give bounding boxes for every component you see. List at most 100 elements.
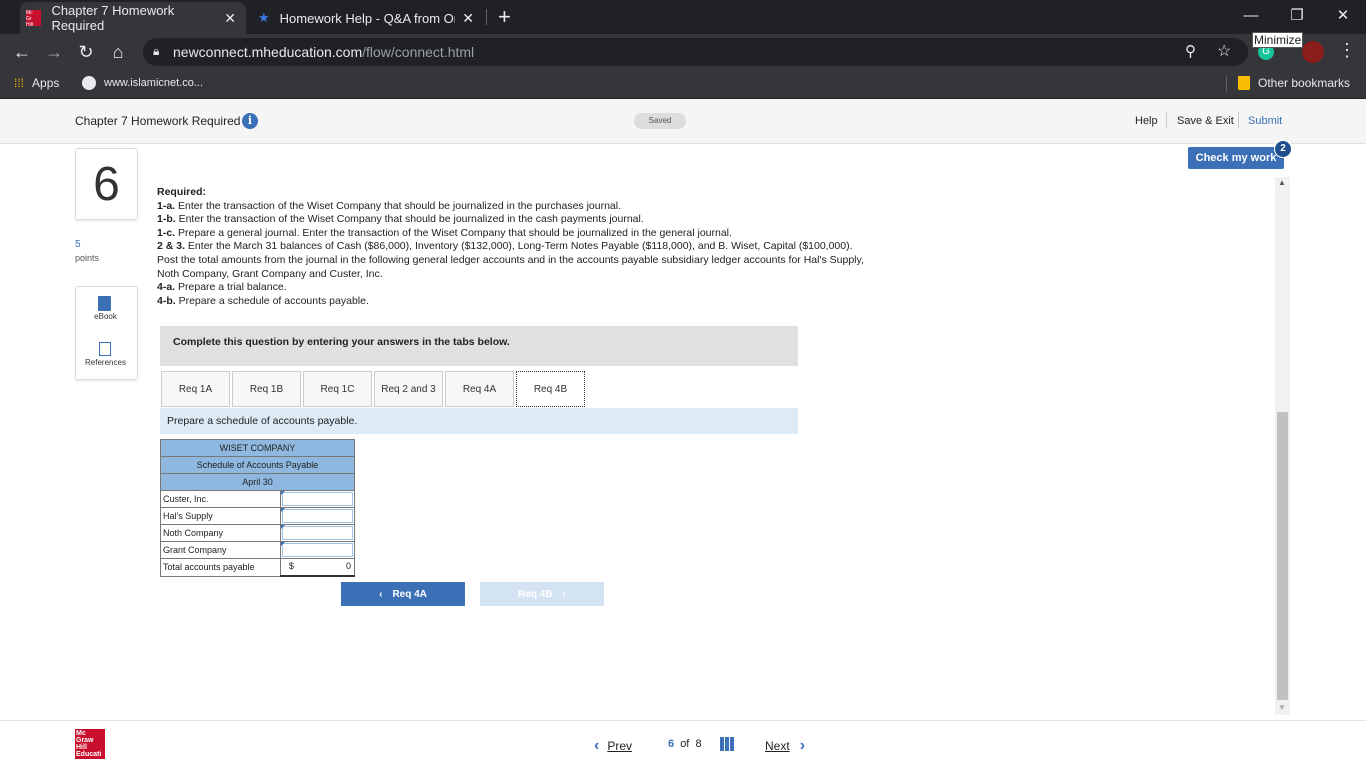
close-window-button[interactable]: ✕ — [1320, 0, 1366, 30]
tab-title: Homework Help - Q&A from Onl — [279, 10, 455, 26]
profile-avatar[interactable] — [1302, 41, 1324, 63]
home-icon[interactable]: ⌂ — [104, 38, 132, 66]
tab-req-1a[interactable]: Req 1A — [161, 371, 230, 407]
instruction-tag: 1-c. — [157, 226, 176, 239]
input-field[interactable] — [281, 526, 353, 540]
input-field[interactable] — [281, 509, 353, 523]
reload-icon[interactable]: ↻ — [72, 38, 100, 66]
amount-input[interactable] — [279, 541, 356, 559]
tab-divider — [486, 9, 487, 25]
restore-window-button[interactable]: ❐ — [1274, 0, 1320, 30]
help-link[interactable]: Help — [1135, 115, 1158, 127]
prev-question-button[interactable]: ‹ Prev — [594, 737, 632, 755]
instruction-text: Prepare a general journal. Enter the tra… — [175, 226, 732, 239]
tab-req-4a[interactable]: Req 4A — [445, 371, 514, 407]
total-questions: 8 — [695, 738, 702, 750]
question-instructions: Required: 1-a. Enter the transaction of … — [157, 186, 867, 308]
scrollbar-thumb[interactable] — [1277, 412, 1288, 700]
tab-req-1c[interactable]: Req 1C — [303, 371, 372, 407]
chevron-right-icon: › — [562, 588, 566, 600]
scroll-down-arrow-icon[interactable]: ▼ — [1278, 703, 1286, 712]
back-arrow-icon[interactable]: ← — [8, 38, 36, 66]
check-my-work-button[interactable]: Check my work — [1188, 147, 1284, 169]
instruction-text: Enter the transaction of the Wiset Compa… — [175, 199, 622, 212]
close-icon[interactable]: ✕ — [462, 10, 474, 27]
references-link[interactable]: References — [75, 358, 136, 367]
close-icon[interactable]: ✕ — [224, 10, 236, 27]
tab-instruction-bar: Prepare a schedule of accounts payable. — [160, 408, 798, 434]
ebook-icon[interactable] — [98, 296, 111, 311]
schedule-company: WISET COMPANY — [160, 439, 355, 457]
chevron-left-icon: ‹ — [379, 588, 383, 600]
input-field[interactable] — [281, 543, 353, 557]
check-attempts-badge: 2 — [1274, 140, 1292, 158]
instruction-item: 1-a. Enter the transaction of the Wiset … — [157, 200, 867, 214]
instruction-item: 1-c. Prepare a general journal. Enter th… — [157, 227, 867, 241]
input-field[interactable] — [281, 492, 353, 506]
browser-tab-active[interactable]: Mc Gr Hill Chapter 7 Homework Required ✕ — [20, 2, 246, 34]
account-label: Grant Company — [160, 541, 281, 559]
save-exit-link[interactable]: Save & Exit — [1177, 115, 1234, 127]
menu-kebab-icon[interactable]: ⋮ — [1338, 40, 1356, 61]
prev-label: Prev — [607, 739, 633, 753]
forward-arrow-icon[interactable]: → — [40, 38, 68, 66]
account-label: Hal's Supply — [160, 507, 281, 525]
references-icon[interactable] — [99, 342, 111, 356]
schedule-date: April 30 — [160, 473, 355, 491]
input-marker-icon — [280, 491, 285, 495]
points-value: 5 — [75, 239, 81, 250]
amount-input[interactable] — [279, 524, 356, 542]
chevron-right-icon: › — [799, 737, 806, 754]
instruction-text: Enter the March 31 balances of Cash ($86… — [157, 240, 864, 280]
input-marker-icon — [280, 508, 285, 512]
info-icon[interactable]: i — [242, 113, 258, 129]
other-bookmarks[interactable]: Other bookmarks — [1238, 76, 1350, 90]
instruction-tag: 4-b. — [157, 294, 176, 307]
table-row: Grant Company — [160, 541, 356, 559]
tab-title: Chapter 7 Homework Required — [51, 3, 175, 33]
account-label: Custer, Inc. — [160, 490, 281, 508]
table-row: Hal's Supply — [160, 507, 356, 525]
prev-req-button[interactable]: ‹ Req 4A — [341, 582, 465, 606]
tab-req-2-and-3[interactable]: Req 2 and 3 — [374, 371, 443, 407]
question-number: 6 — [75, 148, 138, 220]
question-position: 6 of 8 — [668, 738, 702, 750]
bookmark-apps[interactable]: ⁞⁞⁞ Apps — [14, 76, 59, 90]
bookmark-label: www.islamicnet.co... — [104, 77, 204, 89]
globe-icon — [82, 76, 96, 90]
instruction-item: 2 & 3. Enter the March 31 balances of Ca… — [157, 240, 867, 281]
new-tab-button[interactable]: + — [498, 4, 511, 30]
mheducation-favicon-icon: Mc Gr Hill — [26, 10, 42, 28]
amount-input[interactable] — [279, 507, 356, 525]
logo-text: Mc Graw Hill Education — [76, 730, 102, 765]
question-grid-icon[interactable] — [720, 737, 734, 751]
required-heading: Required: — [157, 186, 207, 198]
next-req-label: Req 4B — [518, 588, 553, 600]
submit-link[interactable]: Submit — [1248, 115, 1282, 127]
bookmarks-bar — [0, 70, 1366, 99]
bookmark-label: Apps — [32, 76, 60, 90]
tab-req-4b[interactable]: Req 4B — [516, 371, 585, 407]
instruction-tag: 2 & 3. — [157, 240, 186, 253]
bookmark-islamicnet[interactable]: www.islamicnet.co... — [82, 76, 203, 90]
total-cell: $ 0 — [279, 558, 356, 577]
bookmark-star-icon[interactable]: ☆ — [1217, 41, 1231, 61]
input-marker-icon — [280, 525, 285, 529]
minimize-window-button[interactable]: — — [1228, 0, 1274, 30]
browser-tab[interactable]: ★ Homework Help - Q&A from Onl ✕ — [250, 2, 482, 34]
scroll-up-arrow-icon[interactable]: ▲ — [1278, 178, 1286, 187]
zoom-icon[interactable]: ⚲ — [1185, 42, 1196, 60]
assignment-title: Chapter 7 Homework Required — [75, 114, 241, 128]
amount-input[interactable] — [279, 490, 356, 508]
instruction-text: Enter the transaction of the Wiset Compa… — [175, 213, 644, 226]
apps-grid-icon: ⁞⁞⁞ — [14, 76, 25, 90]
instruction-text: Prepare a schedule of accounts payable. — [175, 294, 369, 307]
minimize-tooltip: Minimize — [1252, 32, 1304, 48]
tab-req-1b[interactable]: Req 1B — [232, 371, 301, 407]
prev-req-label: Req 4A — [392, 588, 427, 600]
ebook-link[interactable]: eBook — [75, 312, 136, 321]
lock-icon: 🔒︎ — [153, 44, 160, 58]
url-path: /flow/connect.html — [362, 44, 475, 60]
next-question-button[interactable]: Next › — [765, 737, 805, 755]
address-bar[interactable]: 🔒︎ newconnect.mheducation.com/flow/conne… — [143, 38, 1248, 66]
